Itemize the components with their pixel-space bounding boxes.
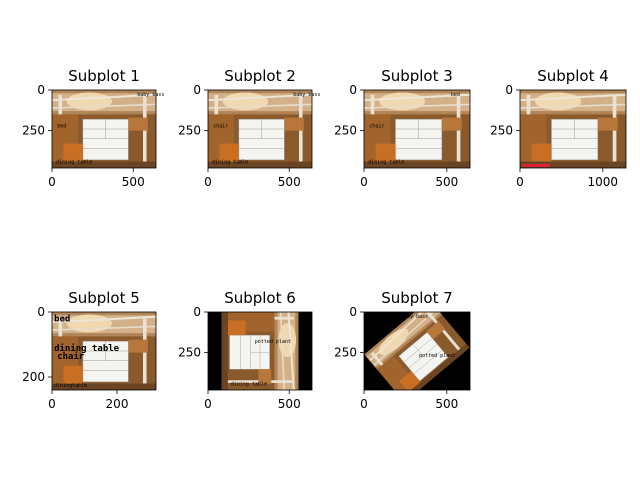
x-tick-label: 1000 (588, 175, 619, 189)
annotation-label: chair (57, 351, 85, 362)
annotation-label: potted plant (255, 339, 291, 345)
annotation-label: dining table (368, 159, 404, 165)
x-tick-label: 500 (278, 175, 301, 189)
y-tick-label: 250 (334, 346, 357, 360)
subplot-2: baby bass chair dining table Subplot 2 0 500 0… (178, 67, 320, 189)
x-tick-label: 500 (278, 397, 301, 411)
subplot-7: baby bass potted plant Subplot 7 0 500 0 250 (334, 289, 471, 411)
annotation-label: bed (54, 314, 70, 324)
annotation-label: dining table (56, 159, 92, 165)
y-tick-label: 0 (193, 305, 201, 319)
y-tick-label: 250 (334, 124, 357, 138)
subplot-title: Subplot 6 (224, 289, 296, 307)
subplot-image (208, 312, 312, 390)
subplot-image (520, 90, 626, 168)
y-tick-label: 250 (178, 124, 201, 138)
y-tick-label: 250 (178, 346, 201, 360)
subplot-image (52, 90, 156, 168)
annotation-label: chair (369, 123, 384, 129)
annotation-label: bed (451, 92, 460, 98)
subplot-5: beddining tablechairdiningtableSubplot 5… (22, 289, 157, 411)
x-tick-label: 0 (360, 397, 368, 411)
x-tick-label: 0 (48, 175, 56, 189)
x-tick-label: 0 (204, 397, 212, 411)
x-tick-label: 500 (435, 175, 458, 189)
y-tick-label: 0 (505, 83, 513, 97)
y-tick-label: 0 (193, 83, 201, 97)
subplot-6: potted plant dining table Subplot 6 0 500 0 25… (178, 289, 313, 411)
x-tick-label: 500 (435, 397, 458, 411)
y-tick-label: 250 (490, 124, 513, 138)
y-tick-label: 0 (349, 305, 357, 319)
annotation-label: dining table (212, 159, 248, 165)
annotation-label: chair (213, 123, 228, 129)
annotation-label: baby bass (401, 314, 428, 320)
x-tick-label: 0 (48, 397, 56, 411)
annotation-label: diningtable (54, 383, 87, 389)
x-tick-label: 0 (204, 175, 212, 189)
subplot-3: bed chair dining table Subplot 3 0 500 0 250 (334, 67, 471, 189)
y-tick-label: 0 (349, 83, 357, 97)
annotation-label: dining table (231, 381, 267, 387)
annotation-label: bed (57, 123, 66, 129)
figure: baby bass bed dining table Subplot 1 0 500 0 25… (22, 67, 627, 411)
annotation-label: baby bass (293, 92, 320, 98)
x-tick-label: 0 (516, 175, 524, 189)
y-tick-label: 0 (37, 305, 45, 319)
x-tick-label: 0 (360, 175, 368, 189)
subplot-title: Subplot 7 (381, 289, 453, 307)
annotation-label: potted plant (419, 353, 455, 359)
subplot-title: Subplot 5 (68, 289, 140, 307)
subplot-4: Subplot 4 0 1000 0 250 (490, 67, 627, 189)
x-tick-label: 500 (122, 175, 145, 189)
y-tick-label: 0 (37, 83, 45, 97)
y-tick-label: 250 (22, 124, 45, 138)
x-tick-label: 200 (106, 397, 129, 411)
subplot-title: Subplot 3 (381, 67, 453, 85)
subplot-title: Subplot 1 (68, 67, 140, 85)
subplot-title: Subplot 4 (537, 67, 609, 85)
subplot-title: Subplot 2 (224, 67, 296, 85)
y-tick-label: 200 (22, 370, 45, 384)
annotation-label: baby bass (137, 92, 164, 98)
subplot-1: baby bass bed dining table Subplot 1 0 500 0 25… (22, 67, 164, 189)
